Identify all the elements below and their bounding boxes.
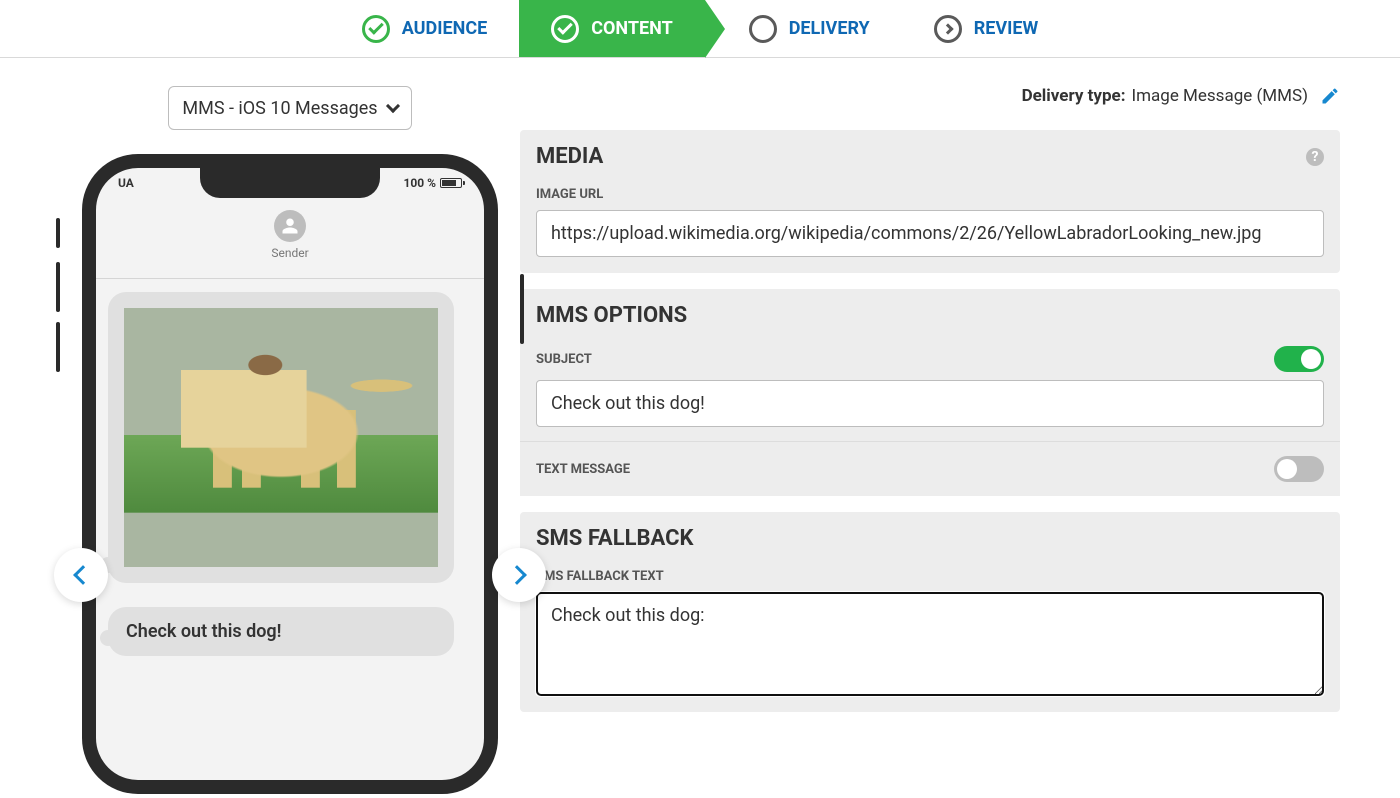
phone-side-button	[520, 274, 524, 344]
step-label: REVIEW	[974, 18, 1039, 39]
chevron-right-icon	[507, 565, 527, 585]
status-bar: UA 100 %	[96, 176, 484, 190]
media-panel: MEDIA ? IMAGE URL	[520, 130, 1340, 273]
image-url-input[interactable]	[536, 210, 1324, 257]
carrier-label: UA	[118, 176, 134, 190]
delivery-type-row: Delivery type: Image Message (MMS)	[520, 86, 1340, 106]
sender-label: Sender	[96, 246, 484, 260]
pencil-icon	[1320, 86, 1340, 106]
step-delivery[interactable]: DELIVERY	[705, 0, 902, 57]
form-column: Delivery type: Image Message (MMS) MEDIA…	[520, 86, 1340, 794]
step-content[interactable]: CONTENT	[519, 0, 705, 57]
phone-side-button	[56, 218, 60, 248]
edit-delivery-type-button[interactable]	[1320, 86, 1340, 106]
chevron-left-icon	[73, 565, 93, 585]
battery-icon	[440, 178, 462, 188]
text-message-label: TEXT MESSAGE	[536, 462, 630, 477]
chevron-down-icon	[386, 99, 400, 113]
subject-input[interactable]	[536, 380, 1324, 427]
divider	[96, 278, 484, 279]
stepper: AUDIENCE CONTENT DELIVERY REVIEW	[0, 0, 1400, 58]
preview-select[interactable]: MMS - iOS 10 Messages	[168, 86, 412, 130]
phone-side-button	[56, 322, 60, 372]
step-audience[interactable]: AUDIENCE	[330, 0, 520, 57]
check-icon	[551, 15, 579, 43]
step-label: DELIVERY	[789, 18, 870, 39]
help-icon[interactable]: ?	[1306, 148, 1324, 166]
preview-image	[124, 308, 438, 567]
step-label: AUDIENCE	[402, 18, 488, 39]
main: MMS - iOS 10 Messages UA 100 %	[0, 58, 1400, 794]
text-message-toggle[interactable]	[1274, 456, 1324, 482]
message-list: Check out this dog!	[96, 292, 484, 780]
subject-label: SUBJECT	[536, 352, 592, 367]
panel-title: MMS OPTIONS	[536, 303, 687, 328]
subject-toggle[interactable]	[1274, 346, 1324, 372]
sms-fallback-panel: SMS FALLBACK SMS FALLBACK TEXT	[520, 512, 1340, 712]
phone-side-button	[56, 262, 60, 312]
preview-column: MMS - iOS 10 Messages UA 100 %	[60, 86, 520, 794]
panel-title: SMS FALLBACK	[536, 526, 694, 551]
text-bubble: Check out this dog!	[108, 607, 454, 656]
phone-preview: UA 100 % Sender	[82, 154, 498, 794]
preview-prev-button[interactable]	[54, 548, 108, 602]
sms-fallback-text-label: SMS FALLBACK TEXT	[520, 559, 1340, 592]
circle-icon	[749, 15, 777, 43]
bubble-text: Check out this dog!	[126, 621, 282, 642]
preview-select-value: MMS - iOS 10 Messages	[182, 98, 377, 119]
sms-fallback-textarea[interactable]	[536, 592, 1324, 696]
delivery-type-label: Delivery type:	[1022, 86, 1126, 106]
preview-next-button[interactable]	[492, 548, 546, 602]
chevron-right-icon	[934, 15, 962, 43]
image-bubble	[108, 292, 454, 583]
step-label: CONTENT	[591, 18, 673, 39]
check-icon	[362, 15, 390, 43]
sender-area: Sender	[96, 210, 484, 260]
delivery-type-value: Image Message (MMS)	[1132, 86, 1309, 106]
step-review[interactable]: REVIEW	[902, 0, 1071, 57]
battery-label: 100 %	[403, 176, 436, 190]
panel-title: MEDIA	[536, 144, 603, 169]
mms-options-panel: MMS OPTIONS SUBJECT TEXT MESSAGE	[520, 289, 1340, 496]
avatar-icon	[274, 210, 306, 242]
image-url-label: IMAGE URL	[520, 177, 1340, 210]
